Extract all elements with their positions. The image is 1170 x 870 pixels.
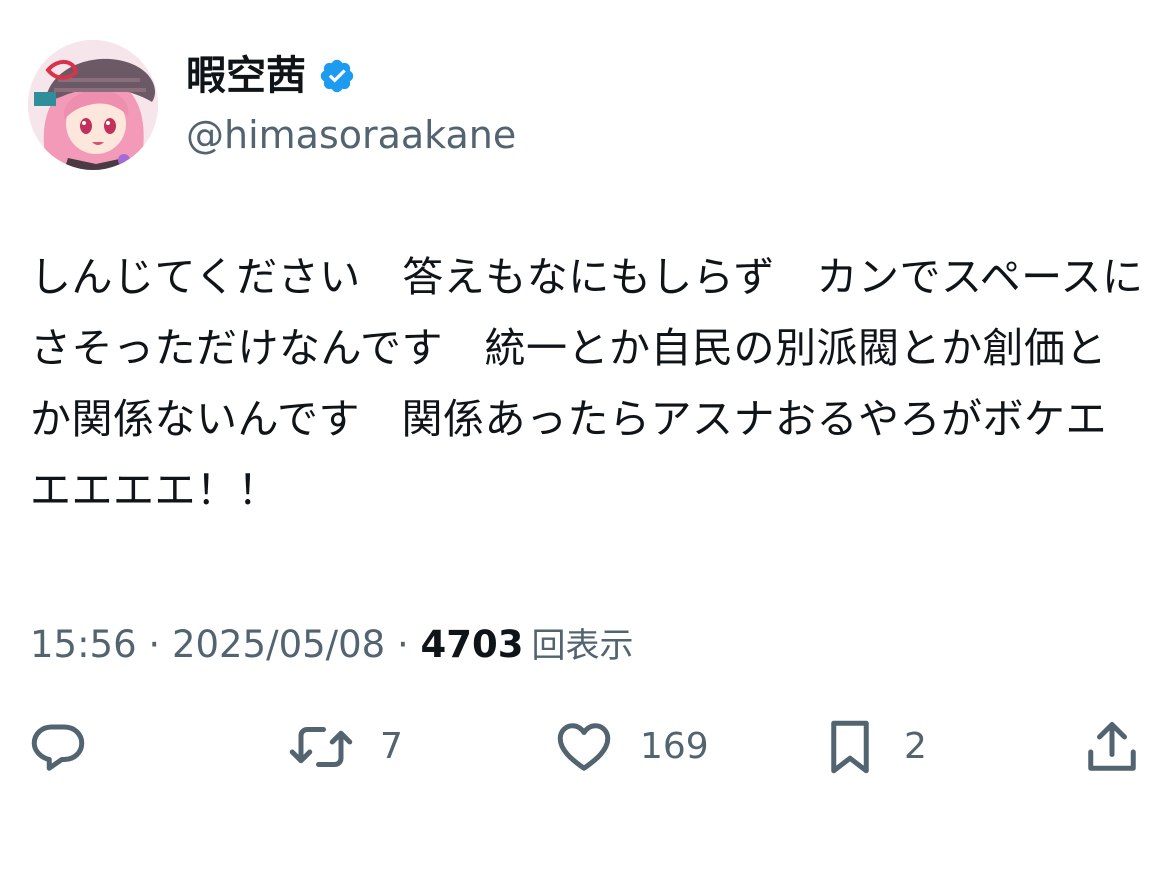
user-info: 暇空茜 @himasoraakane (186, 50, 516, 160)
meta-separator: · (148, 623, 161, 666)
share-icon (1082, 717, 1142, 777)
views-label: 回表示 (531, 626, 634, 666)
tweet-text: しんじてください 答えもなにもしらず カンでスペースにさそっただけなんです 統一… (30, 253, 1144, 514)
retweet-count: 7 (380, 726, 403, 767)
retweet-icon (288, 717, 354, 777)
user-handle[interactable]: @himasoraakane (186, 110, 516, 160)
verified-badge-icon (318, 57, 356, 95)
bookmark-button[interactable]: 2 (822, 712, 927, 782)
avatar-image (28, 40, 158, 170)
heart-icon (554, 717, 614, 777)
reply-button[interactable] (28, 712, 88, 782)
like-count: 169 (640, 726, 709, 767)
tweet-meta: 15:56 · 2025/05/08 · 4703 回表示 (30, 620, 633, 671)
meta-separator: · (396, 623, 409, 666)
tweet-date[interactable]: 2025/05/08 (172, 623, 385, 666)
action-bar: 7 169 2 (0, 712, 1170, 782)
avatar[interactable] (28, 40, 158, 170)
display-name[interactable]: 暇空茜 (186, 50, 306, 102)
share-button[interactable] (1082, 712, 1142, 782)
bookmark-icon (822, 717, 878, 777)
reply-icon (28, 717, 88, 777)
retweet-button[interactable]: 7 (288, 712, 403, 782)
tweet-time[interactable]: 15:56 (30, 623, 137, 666)
bookmark-count: 2 (904, 726, 927, 767)
tweet-card: 暇空茜 @himasoraakane しんじてください 答えもなにもしらず カン… (0, 0, 1170, 870)
like-button[interactable]: 169 (554, 712, 709, 782)
name-row: 暇空茜 (186, 50, 516, 102)
views-count: 4703 (420, 623, 524, 666)
